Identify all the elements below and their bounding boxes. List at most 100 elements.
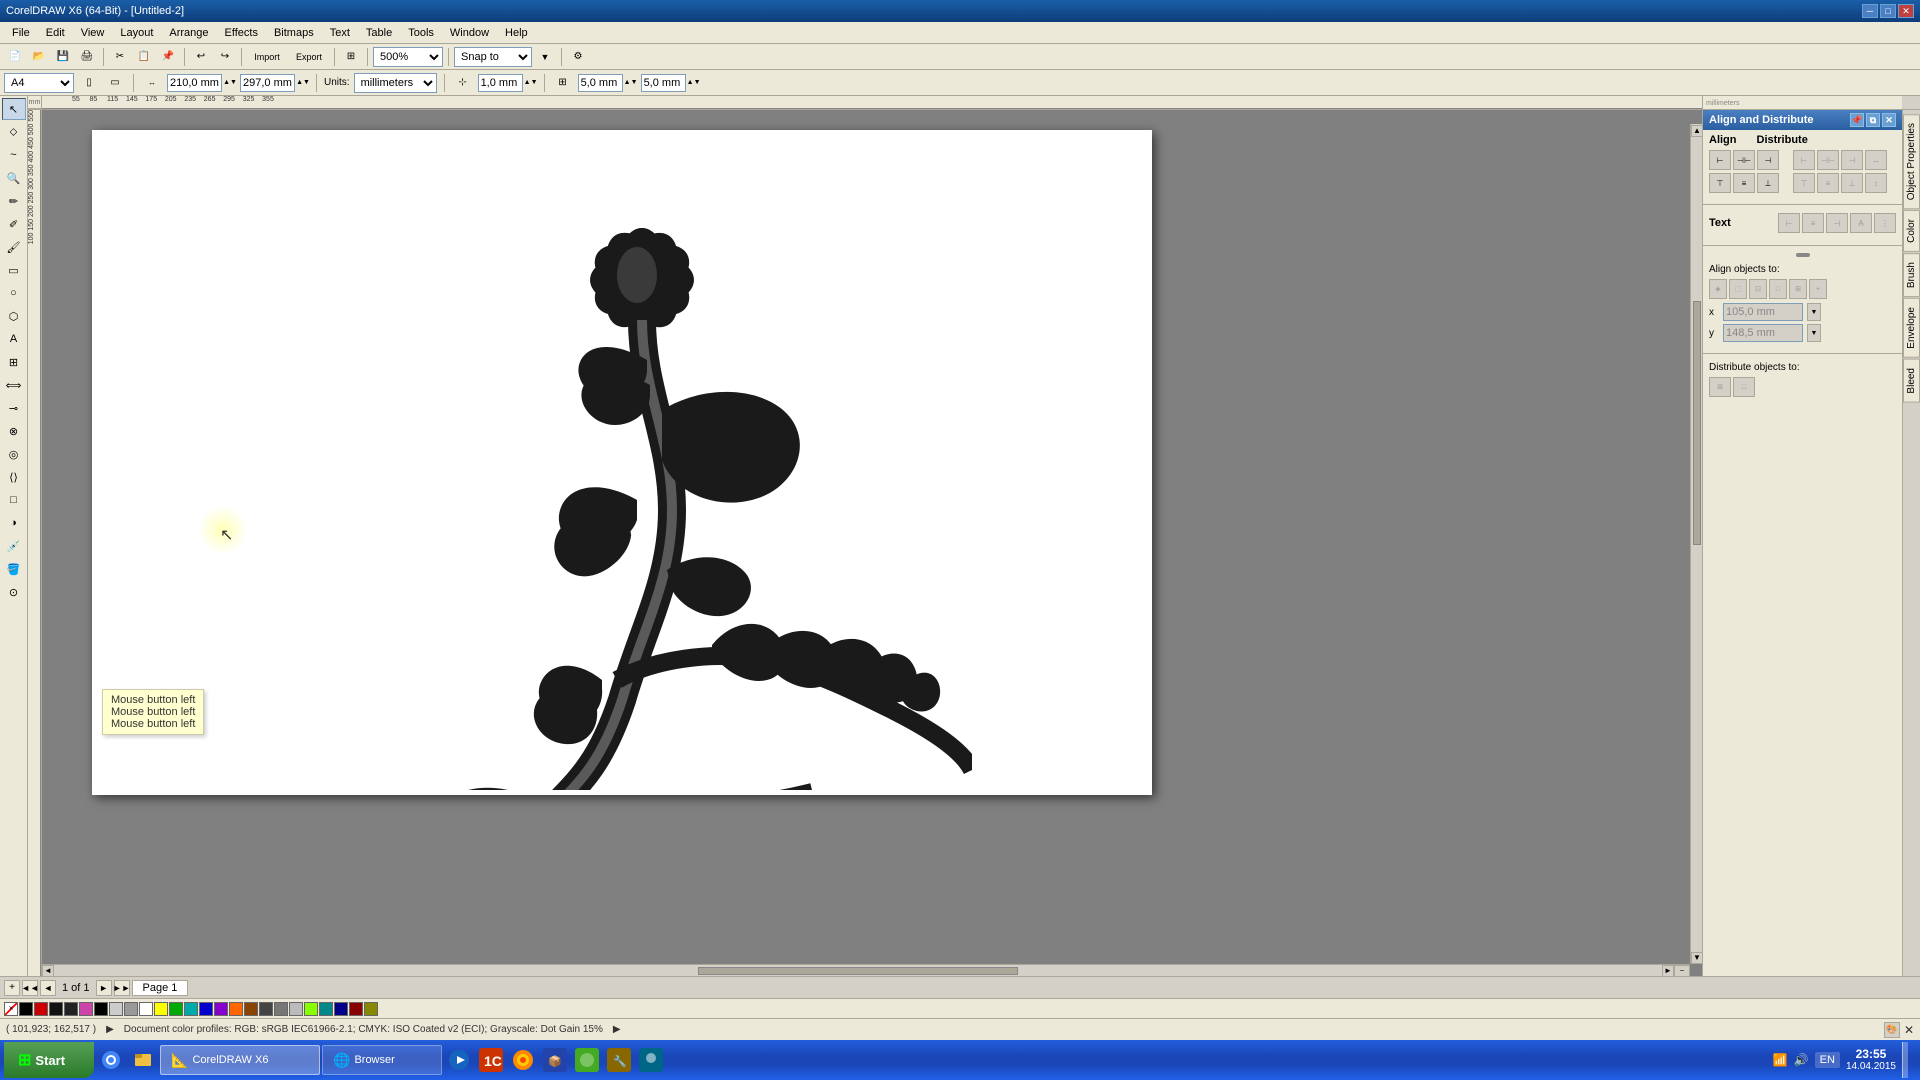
smart-draw-tool[interactable]: ✐ [2,213,26,235]
color-black3-swatch[interactable] [94,1002,108,1016]
scroll-pages-left[interactable]: ◄◄ [22,980,38,996]
scroll-up-btn[interactable]: ▲ [1691,125,1702,137]
color-black2-swatch[interactable] [64,1002,78,1016]
app-launcher-button[interactable]: ⊞ [340,46,362,68]
nudge-x-spin[interactable]: ▲▼ [525,72,537,94]
taskbar-btn-app7[interactable] [572,1045,602,1075]
color-white-swatch[interactable] [139,1002,153,1016]
canvas-area[interactable]: ↖ Mouse button left Mouse button left Mo… [42,110,1702,976]
vscroll-track[interactable] [1693,139,1701,951]
nudge-xy-x-input[interactable] [578,74,623,92]
align-to-grid-btn[interactable]: ⊞ [1789,279,1807,299]
add-page-btn[interactable]: + [4,980,20,996]
distribute-left-btn[interactable]: ⊢ [1793,150,1815,170]
taskbar-btn-coreldraw[interactable]: 📐 CorelDRAW X6 [160,1045,320,1075]
color-red-swatch[interactable] [34,1002,48,1016]
export-button[interactable]: Export [289,46,329,68]
color-purple-swatch[interactable] [214,1002,228,1016]
shadow-tool[interactable]: □ [2,489,26,511]
taskbar-btn-app9[interactable] [636,1045,666,1075]
menu-arrange[interactable]: Arrange [161,25,216,41]
align-to-active-btn[interactable]: ◈ [1709,279,1727,299]
color-maroon-swatch[interactable] [349,1002,363,1016]
transparency-tool[interactable]: ◑ [2,512,26,534]
color-olive-swatch[interactable] [364,1002,378,1016]
copy-button[interactable]: 📋 [133,46,155,68]
menu-table[interactable]: Table [358,25,400,41]
color-manager-btn[interactable]: 🎨 [1884,1022,1900,1038]
tray-volume[interactable]: 🔊 [1794,1053,1809,1067]
align-bottom-btn[interactable]: ⊥ [1757,173,1779,193]
align-to-specified-btn[interactable]: + [1809,279,1827,299]
select-tool[interactable]: ↖ [2,98,26,120]
scroll-pages-right[interactable]: ►► [114,980,130,996]
text-options-btn[interactable]: ⋮ [1874,213,1896,233]
taskbar-btn-1c[interactable]: 1C [476,1045,506,1075]
save-button[interactable]: 💾 [52,46,74,68]
align-center-v-btn[interactable]: ≡ [1733,173,1755,193]
width-spin[interactable]: ▲▼ [224,72,236,94]
color-cyan-swatch[interactable] [184,1002,198,1016]
options-button[interactable]: ⚙ [567,46,589,68]
distort-tool[interactable]: ⟨⟩ [2,466,26,488]
text-right-btn[interactable]: ⊣ [1826,213,1848,233]
taskbar-btn-app5[interactable] [508,1045,538,1075]
panel-close-btn[interactable]: ✕ [1882,113,1896,127]
ellipse-tool[interactable]: ○ [2,282,26,304]
fill-tool[interactable]: 🪣 [2,558,26,580]
start-button[interactable]: ⊞ Start [4,1042,94,1078]
hscroll-thumb[interactable] [698,967,1019,975]
height-spin[interactable]: ▲▼ [297,72,309,94]
taskbar-btn-app8[interactable]: 🔧 [604,1045,634,1075]
close-button[interactable]: ✕ [1898,4,1914,18]
zoom-select[interactable]: 500% 400% 200% 100% 75% 50% [373,47,443,67]
color-brown-swatch[interactable] [244,1002,258,1016]
landscape-btn[interactable]: ▭ [104,72,126,94]
menu-tools[interactable]: Tools [400,25,442,41]
color-orange-swatch[interactable] [229,1002,243,1016]
scroll-down-btn[interactable]: ▼ [1691,952,1702,964]
distribute-spacing-v-btn[interactable]: ↕ [1865,173,1887,193]
menu-edit[interactable]: Edit [38,25,73,41]
clock-display[interactable]: 23:55 14.04.2015 [1846,1047,1896,1073]
artmedia-tool[interactable]: 🖌 [2,236,26,258]
scroll-right-btn[interactable]: ► [1662,965,1674,977]
open-button[interactable]: 📂 [28,46,50,68]
color-lime-swatch[interactable] [304,1002,318,1016]
distribute-top-btn[interactable]: ⊤ [1793,173,1815,193]
import-button[interactable]: Import [247,46,287,68]
align-x-input[interactable] [1723,303,1803,321]
color-blue-swatch[interactable] [199,1002,213,1016]
horizontal-scrollbar[interactable]: ◄ ► − [42,964,1690,976]
color-lightgray-swatch[interactable] [109,1002,123,1016]
undo-button[interactable]: ↩ [190,46,212,68]
text-baseline-btn[interactable]: A [1850,213,1872,233]
scroll-left-btn[interactable]: ◄ [42,965,54,977]
color-teal-swatch[interactable] [319,1002,333,1016]
minimize-button[interactable]: ─ [1862,4,1878,18]
redo-button[interactable]: ↪ [214,46,236,68]
drawing-canvas[interactable]: ↖ Mouse button left Mouse button left Mo… [92,130,1152,795]
menu-file[interactable]: File [4,25,38,41]
distribute-center-v-btn[interactable]: ≡ [1817,173,1839,193]
menu-help[interactable]: Help [497,25,536,41]
dist-to-selection-btn[interactable]: ⊞ [1709,377,1731,397]
width-input[interactable] [167,74,222,92]
align-center-h-btn[interactable]: ⊣⊢ [1733,150,1755,170]
align-y-spin[interactable]: ▼ [1807,324,1821,342]
polygon-tool[interactable]: ⬡ [2,305,26,327]
text-tool[interactable]: A [2,328,26,350]
color-darkgray-swatch[interactable] [259,1002,273,1016]
no-fill-swatch[interactable]: ✕ [4,1002,18,1016]
show-desktop-btn[interactable] [1902,1042,1908,1078]
paste-button[interactable]: 📌 [157,46,179,68]
taskbar-btn-media[interactable] [444,1045,474,1075]
align-y-input[interactable] [1723,324,1803,342]
distribute-right-btn[interactable]: ⊣ [1841,150,1863,170]
nudge-y-input[interactable] [641,74,686,92]
align-to-margin-btn[interactable]: ⊡ [1749,279,1767,299]
dimension-tool[interactable]: ⟺ [2,374,26,396]
portrait-btn[interactable]: ▯ [78,72,100,94]
color-pink-swatch[interactable] [79,1002,93,1016]
distribute-spacing-h-btn[interactable]: ↔ [1865,150,1887,170]
